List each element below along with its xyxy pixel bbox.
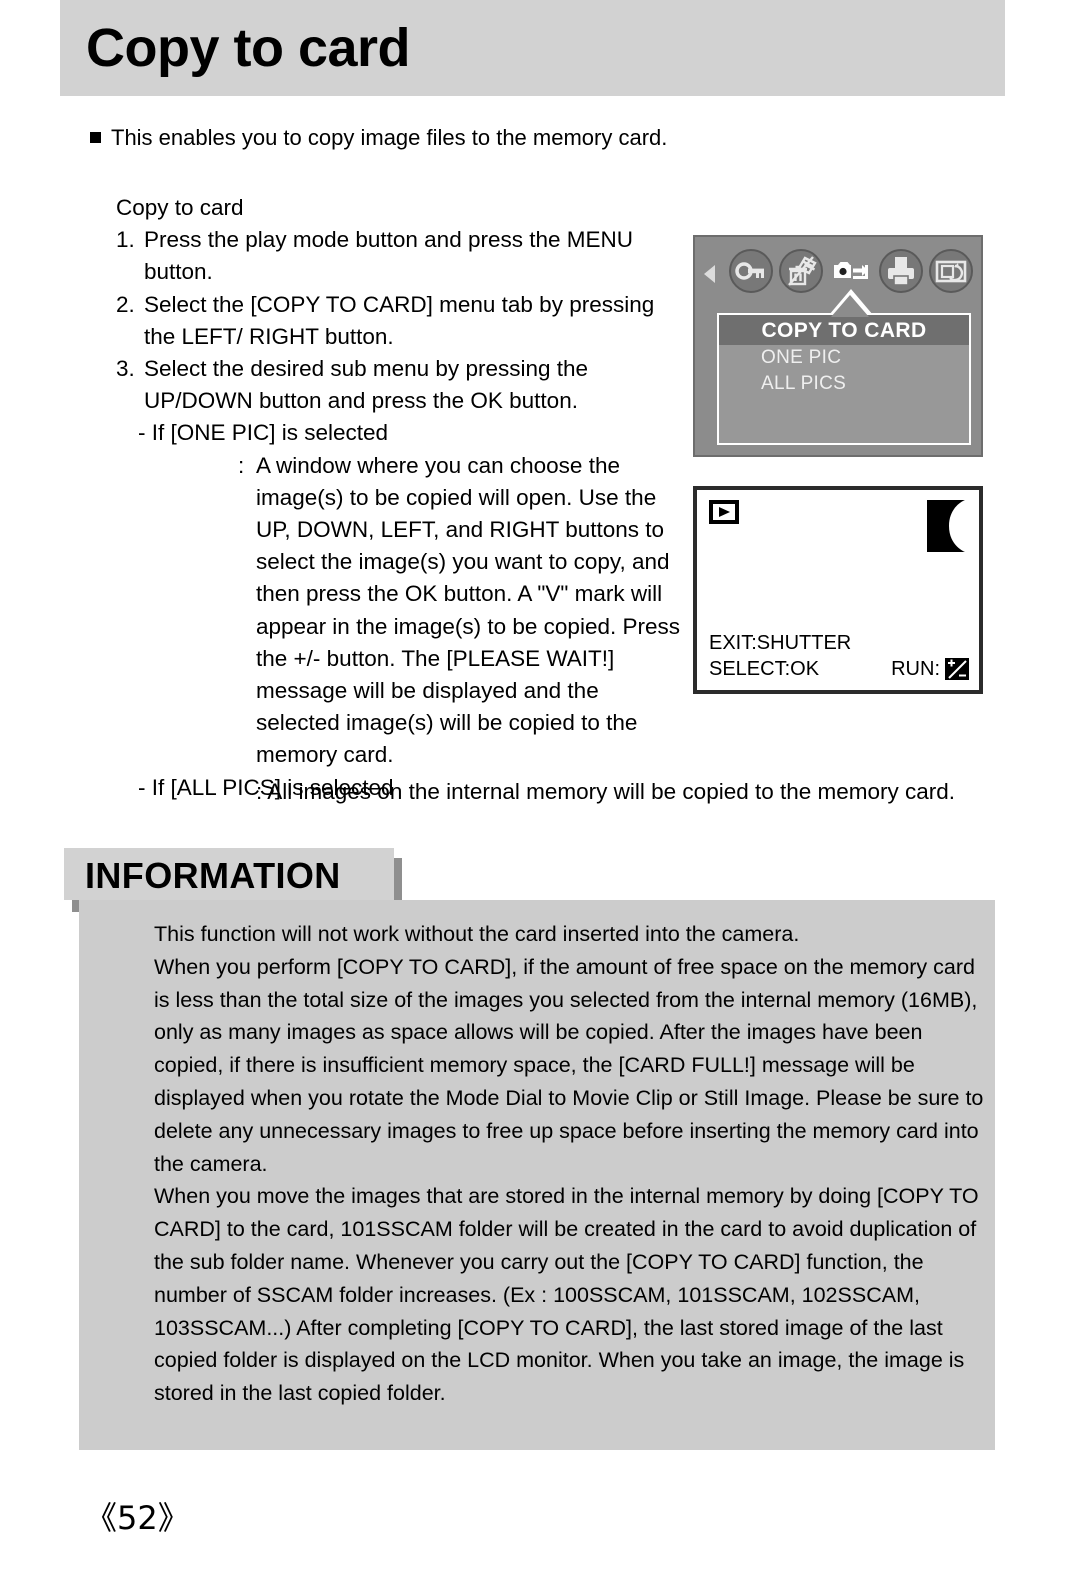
slideshow-tab[interactable]: [929, 249, 973, 293]
left-arrow-icon: [704, 265, 715, 283]
information-band: INFORMATION: [64, 848, 394, 900]
key-icon: [735, 262, 764, 280]
lcd-menu-screenshot: COPY TO CARD ONE PIC ALL PICS: [693, 235, 983, 457]
step-1-number: 1.: [116, 227, 135, 253]
menu-option-one-pic[interactable]: ONE PIC: [719, 345, 969, 371]
step-1: 1. Press the play mode button and press …: [116, 224, 686, 288]
page-title: Copy to card: [86, 18, 411, 78]
step-3: 3. Select the desired sub menu by pressi…: [116, 353, 686, 417]
information-paragraph-2: When you perform [COPY TO CARD], if the …: [154, 954, 984, 1176]
menu-option-all-pics[interactable]: ALL PICS: [719, 371, 969, 397]
all-pics-detail: : All images on the internal memory will…: [256, 779, 956, 804]
step-3-number: 3.: [116, 356, 135, 382]
menu-title: COPY TO CARD: [719, 315, 969, 345]
one-pic-dash: - If [ONE PIC] is selected: [138, 420, 389, 446]
copy-to-card-icon: [834, 262, 868, 279]
protect-tab[interactable]: [729, 249, 773, 293]
slideshow-icon: [935, 260, 967, 283]
select-hint: SELECT:OK: [709, 658, 820, 680]
information-paragraph-1: This function will not work without the …: [154, 922, 800, 946]
menu-pointer-triangle-inner: [831, 295, 869, 317]
information-box: This function will not work without the …: [79, 900, 995, 1450]
dpof-tab[interactable]: [879, 249, 923, 293]
lcd-copy-view-screenshot: EXIT:SHUTTER SELECT:OK RUN:: [693, 486, 983, 694]
printer-icon: [888, 257, 914, 286]
page-header-band: Copy to card: [60, 0, 1005, 96]
trash-icon: [788, 256, 817, 286]
instruction-steps: Copy to card 1. Press the play mode butt…: [116, 192, 686, 804]
exit-hint: EXIT:SHUTTER: [709, 632, 852, 654]
plus-minus-icon: [945, 658, 969, 680]
square-bullet-icon: [90, 132, 101, 143]
information-paragraph-3: When you move the images that are stored…: [154, 1184, 979, 1406]
step-2-number: 2.: [116, 291, 135, 317]
information-text: This function will not work without the …: [154, 918, 984, 1410]
intro-bullet: This enables you to copy image files to …: [90, 123, 667, 153]
delete-tab[interactable]: [779, 249, 823, 293]
colon-marker: :: [238, 452, 245, 478]
run-hint: RUN:: [891, 656, 969, 682]
page-number: 《52》: [85, 1499, 190, 1537]
copy-to-card-tab[interactable]: [829, 249, 873, 293]
run-label: RUN:: [891, 658, 940, 680]
step-1-text: Press the play mode button and press the…: [144, 227, 634, 285]
information-label: INFORMATION: [85, 855, 341, 896]
one-pic-detail-text: A window where you can choose the image(…: [256, 452, 680, 768]
step-2-text: Select the [COPY TO CARD] menu tab by pr…: [144, 291, 655, 349]
lcd-hints: EXIT:SHUTTER SELECT:OK: [709, 630, 851, 682]
menu-panel: COPY TO CARD ONE PIC ALL PICS: [717, 313, 971, 445]
image-thumbnail: [923, 500, 965, 552]
step-2: 2. Select the [COPY TO CARD] menu tab by…: [116, 289, 686, 353]
one-pic-detail: : A window where you can choose the imag…: [238, 450, 686, 772]
steps-lead: Copy to card: [116, 195, 244, 220]
intro-text: This enables you to copy image files to …: [111, 125, 668, 150]
step-3-text: Select the desired sub menu by pressing …: [144, 356, 589, 414]
play-mode-icon: [709, 500, 739, 524]
